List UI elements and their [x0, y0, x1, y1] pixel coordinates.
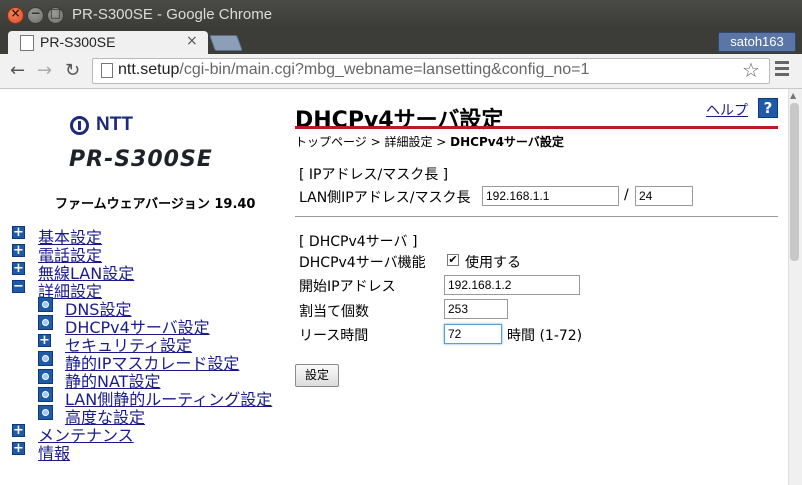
- dhcp-function-label: DHCPv4サーバ機能: [299, 255, 426, 271]
- page-icon: [38, 351, 53, 366]
- breadcrumb-separator: >: [432, 135, 451, 149]
- dhcp-enable-checkbox[interactable]: ✔: [447, 254, 459, 266]
- expand-icon[interactable]: +: [12, 262, 25, 275]
- scrollbar-thumb[interactable]: [790, 103, 799, 261]
- ip-section-heading: [ IPアドレス/マスク長 ]: [299, 167, 449, 183]
- url-host: ntt.setup: [118, 61, 180, 78]
- expand-icon[interactable]: +: [12, 244, 25, 257]
- expand-icon[interactable]: +: [38, 334, 51, 347]
- address-bar-url[interactable]: ntt.setup/cgi-bin/main.cgi?mbg_webname=l…: [118, 61, 589, 79]
- firmware-version: ファームウェアバージョン 19.40: [55, 197, 256, 212]
- dhcp-enable-label[interactable]: 使用する: [465, 252, 521, 272]
- title-underline: [295, 126, 778, 129]
- help-icon[interactable]: ?: [758, 98, 778, 118]
- assign-count-input[interactable]: [444, 299, 508, 319]
- page-icon: [101, 63, 113, 78]
- tab-close-icon[interactable]: ×: [186, 33, 198, 49]
- scroll-up-arrow-icon[interactable]: ▲: [790, 91, 796, 100]
- page-title: DHCPv4サーバ設定: [295, 108, 504, 133]
- expand-icon[interactable]: +: [12, 226, 25, 239]
- section-divider: [295, 216, 778, 217]
- start-ip-label: 開始IPアドレス: [299, 279, 396, 295]
- ntt-logo: NTT: [70, 114, 133, 136]
- breadcrumb-current: DHCPv4サーバ設定: [450, 135, 564, 149]
- page-icon: [38, 315, 53, 330]
- submit-button[interactable]: 設定: [295, 364, 339, 387]
- product-name: PR-S300SE: [69, 147, 213, 172]
- lan-ip-label: LAN側IPアドレス/マスク長: [299, 190, 471, 206]
- ntt-logo-text: NTT: [96, 114, 133, 135]
- page-icon: [38, 405, 53, 420]
- profile-button[interactable]: satoh163: [718, 32, 796, 52]
- breadcrumb-parent: 詳細設定: [384, 135, 433, 149]
- lan-ip-input[interactable]: [482, 186, 619, 206]
- close-icon: ×: [10, 6, 21, 20]
- menu-item-label[interactable]: 情報: [38, 444, 70, 463]
- window-title: PR-S300SE - Google Chrome: [72, 6, 273, 23]
- window-maximize-button[interactable]: □: [47, 6, 64, 24]
- new-tab-button[interactable]: [209, 35, 243, 51]
- page-icon: [38, 369, 53, 384]
- url-path: /cgi-bin/main.cgi?mbg_webname=lansetting…: [179, 61, 590, 78]
- assign-count-label: 割当て個数: [299, 304, 369, 320]
- expand-icon[interactable]: +: [12, 442, 25, 455]
- reload-button[interactable]: ↻: [65, 60, 80, 81]
- breadcrumb-home: トップページ: [295, 135, 367, 149]
- breadcrumb-separator: >: [366, 135, 385, 149]
- start-ip-input[interactable]: [444, 275, 580, 295]
- ntt-mark-icon: [70, 115, 89, 135]
- breadcrumb: トップページ > 詳細設定 > DHCPv4サーバ設定: [295, 133, 564, 150]
- expand-icon[interactable]: +: [12, 424, 25, 437]
- collapse-icon[interactable]: −: [12, 280, 25, 293]
- tab-title: PR-S300SE: [40, 34, 116, 50]
- window-minimize-button[interactable]: −: [27, 6, 44, 24]
- bookmark-star-icon[interactable]: ☆: [742, 58, 760, 82]
- lease-time-unit: 時間 (1-72): [507, 328, 583, 344]
- page-icon: [38, 387, 53, 402]
- page-favicon-icon: [20, 35, 34, 51]
- minimize-icon: −: [30, 6, 41, 20]
- mask-separator: /: [624, 187, 629, 203]
- dhcp-section-heading: [ DHCPv4サーバ ]: [299, 234, 418, 250]
- menu-item-info[interactable]: 情報: [38, 440, 70, 464]
- lease-time-input[interactable]: [444, 324, 502, 344]
- lease-time-label: リース時間: [299, 328, 369, 344]
- chrome-menu-icon[interactable]: [775, 61, 789, 79]
- page-icon: [38, 297, 53, 312]
- back-button[interactable]: ←: [10, 60, 25, 81]
- forward-button[interactable]: →: [37, 60, 52, 81]
- mask-length-input[interactable]: [635, 186, 693, 206]
- window-close-button[interactable]: ×: [7, 6, 24, 24]
- maximize-icon: □: [49, 6, 62, 20]
- help-link[interactable]: ヘルプ: [706, 100, 748, 120]
